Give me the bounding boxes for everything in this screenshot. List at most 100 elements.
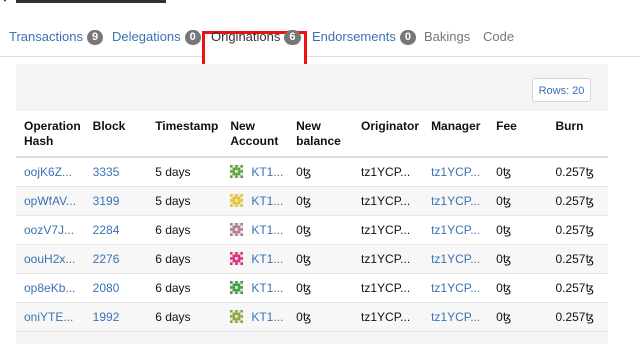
new-account-link[interactable]: KT1... bbox=[251, 310, 283, 324]
table-cell: tz1YCP... bbox=[353, 186, 424, 216]
new-account-link[interactable]: KT1... bbox=[251, 223, 283, 237]
top-bar-fragment bbox=[0, 0, 180, 4]
tab-originations[interactable]: Originations 6 bbox=[211, 30, 301, 48]
table-cell: tz1YCP... bbox=[353, 157, 424, 187]
new-account-link[interactable]: KT1... bbox=[251, 281, 283, 295]
rows-per-page-button[interactable]: Rows: 20 bbox=[532, 78, 591, 102]
fee-cell: 0ꜩ bbox=[496, 310, 512, 324]
table-cell: KT1... bbox=[222, 273, 289, 303]
manager-link[interactable]: tz1YCP... bbox=[431, 310, 480, 324]
table-cell: 6 days bbox=[147, 273, 223, 303]
table-cell: 0.257ꜩ bbox=[547, 302, 608, 332]
tab-label: Bakings bbox=[424, 29, 471, 44]
block-link[interactable]: 3199 bbox=[93, 194, 120, 208]
operation-hash-link[interactable]: oouH2x... bbox=[24, 252, 75, 266]
tab-endorsements[interactable]: Endorsements 0 bbox=[312, 30, 416, 48]
table-cell: tz1YCP... bbox=[353, 244, 424, 274]
table-cell: 2080 bbox=[84, 273, 148, 303]
manager-link[interactable]: tz1YCP... bbox=[431, 252, 480, 266]
count-badge: 0 bbox=[399, 30, 416, 45]
table-cell: 0ꜩ bbox=[488, 244, 548, 274]
new-balance-cell: 0ꜩ bbox=[296, 281, 312, 295]
table-cell: 0ꜩ bbox=[288, 302, 354, 332]
column-header: New Account bbox=[222, 111, 289, 158]
table-cell: tz1YCP... bbox=[423, 186, 489, 216]
block-link[interactable]: 1992 bbox=[93, 310, 120, 324]
column-header: Manager bbox=[423, 111, 489, 158]
manager-link[interactable]: tz1YCP... bbox=[431, 194, 480, 208]
table-cell: oniYTE... bbox=[16, 302, 85, 332]
manager-link[interactable]: tz1YCP... bbox=[431, 281, 480, 295]
table-cell: KT1... bbox=[222, 186, 289, 216]
table-cell: 3199 bbox=[84, 186, 148, 216]
column-header: Burn bbox=[547, 111, 608, 158]
fee-cell: 0ꜩ bbox=[496, 223, 512, 237]
table-cell: KT1... bbox=[222, 157, 289, 187]
table-cell: 0ꜩ bbox=[488, 302, 548, 332]
column-header: Block bbox=[84, 111, 148, 158]
timestamp-cell: 5 days bbox=[155, 165, 191, 179]
column-header: Fee bbox=[488, 111, 548, 158]
tab-delegations[interactable]: Delegations 0 bbox=[112, 30, 201, 48]
table-cell: oojK6Z... bbox=[16, 157, 85, 187]
operation-hash-link[interactable]: oojK6Z... bbox=[24, 165, 72, 179]
new-account-link[interactable]: KT1... bbox=[251, 165, 283, 179]
manager-link[interactable]: tz1YCP... bbox=[431, 165, 480, 179]
table-cell: 1992 bbox=[84, 302, 148, 332]
table-cell: 0ꜩ bbox=[488, 157, 548, 187]
operation-hash-link[interactable]: op8eKb... bbox=[24, 281, 75, 295]
table-cell: tz1YCP... bbox=[423, 215, 489, 245]
burn-cell: 0.257ꜩ bbox=[555, 310, 594, 324]
identicon-icon bbox=[230, 281, 244, 294]
tab-code[interactable]: Code bbox=[483, 30, 514, 48]
fee-cell: 0ꜩ bbox=[496, 252, 512, 266]
table-cell: 6 days bbox=[147, 215, 223, 245]
identicon-icon bbox=[230, 310, 244, 323]
dropdown-arrow-icon bbox=[0, 0, 10, 2]
new-balance-cell: 0ꜩ bbox=[296, 194, 312, 208]
count-badge: 9 bbox=[86, 30, 104, 45]
table-cell: 0ꜩ bbox=[288, 273, 354, 303]
table-cell: tz1YCP... bbox=[353, 215, 424, 245]
table-cell: 0ꜩ bbox=[488, 186, 548, 216]
manager-link[interactable]: tz1YCP... bbox=[431, 223, 480, 237]
tab-transactions[interactable]: Transactions 9 bbox=[9, 29, 104, 48]
block-link[interactable]: 2284 bbox=[93, 223, 120, 237]
table-cell: oouH2x... bbox=[16, 244, 85, 274]
header-fragment bbox=[16, 0, 166, 3]
block-link[interactable]: 2080 bbox=[93, 281, 120, 295]
table-cell: 2284 bbox=[84, 215, 148, 245]
table-cell: tz1YCP... bbox=[423, 157, 489, 187]
burn-cell: 0.257ꜩ bbox=[555, 281, 594, 295]
table-cell: 6 days bbox=[147, 302, 223, 332]
operation-hash-link[interactable]: opWfAV... bbox=[24, 194, 76, 208]
block-link[interactable]: 2276 bbox=[93, 252, 120, 266]
tab-label: Transactions bbox=[9, 29, 83, 44]
column-header: Timestamp bbox=[147, 111, 223, 158]
table-cell: 0.257ꜩ bbox=[547, 244, 608, 274]
operation-hash-link[interactable]: oniYTE... bbox=[24, 310, 73, 324]
table-row: oozV7J... 2284 6 days KT1... 0ꜩ tz1YCP... tz1Y… bbox=[16, 215, 608, 245]
new-balance-cell: 0ꜩ bbox=[296, 252, 312, 266]
new-balance-cell: 0ꜩ bbox=[296, 223, 312, 237]
timestamp-cell: 5 days bbox=[155, 194, 191, 208]
fee-cell: 0ꜩ bbox=[496, 165, 512, 179]
block-link[interactable]: 3335 bbox=[93, 165, 120, 179]
table-cell: KT1... bbox=[222, 302, 289, 332]
table-header-row: Operation Hash Block Timestamp New Accou… bbox=[16, 111, 608, 158]
timestamp-cell: 6 days bbox=[155, 252, 191, 266]
tab-bakings[interactable]: Bakings bbox=[424, 30, 470, 48]
new-balance-cell: 0ꜩ bbox=[296, 165, 312, 179]
operation-hash-link[interactable]: oozV7J... bbox=[24, 223, 74, 237]
count-badge: 0 bbox=[184, 30, 201, 45]
tab-label: Delegations bbox=[112, 29, 181, 44]
originations-table: Operation Hash Block Timestamp New Accou… bbox=[16, 111, 608, 332]
new-account-link[interactable]: KT1... bbox=[251, 194, 283, 208]
tab-label: Originations bbox=[211, 29, 281, 44]
originator-cell: tz1YCP... bbox=[361, 281, 411, 295]
originator-cell: tz1YCP... bbox=[361, 165, 411, 179]
originator-cell: tz1YCP... bbox=[361, 194, 411, 208]
new-account-link[interactable]: KT1... bbox=[251, 252, 283, 266]
table-row: oouH2x... 2276 6 days KT1... 0ꜩ tz1YCP... tz1Y… bbox=[16, 244, 608, 274]
table-cell: oozV7J... bbox=[16, 215, 85, 245]
